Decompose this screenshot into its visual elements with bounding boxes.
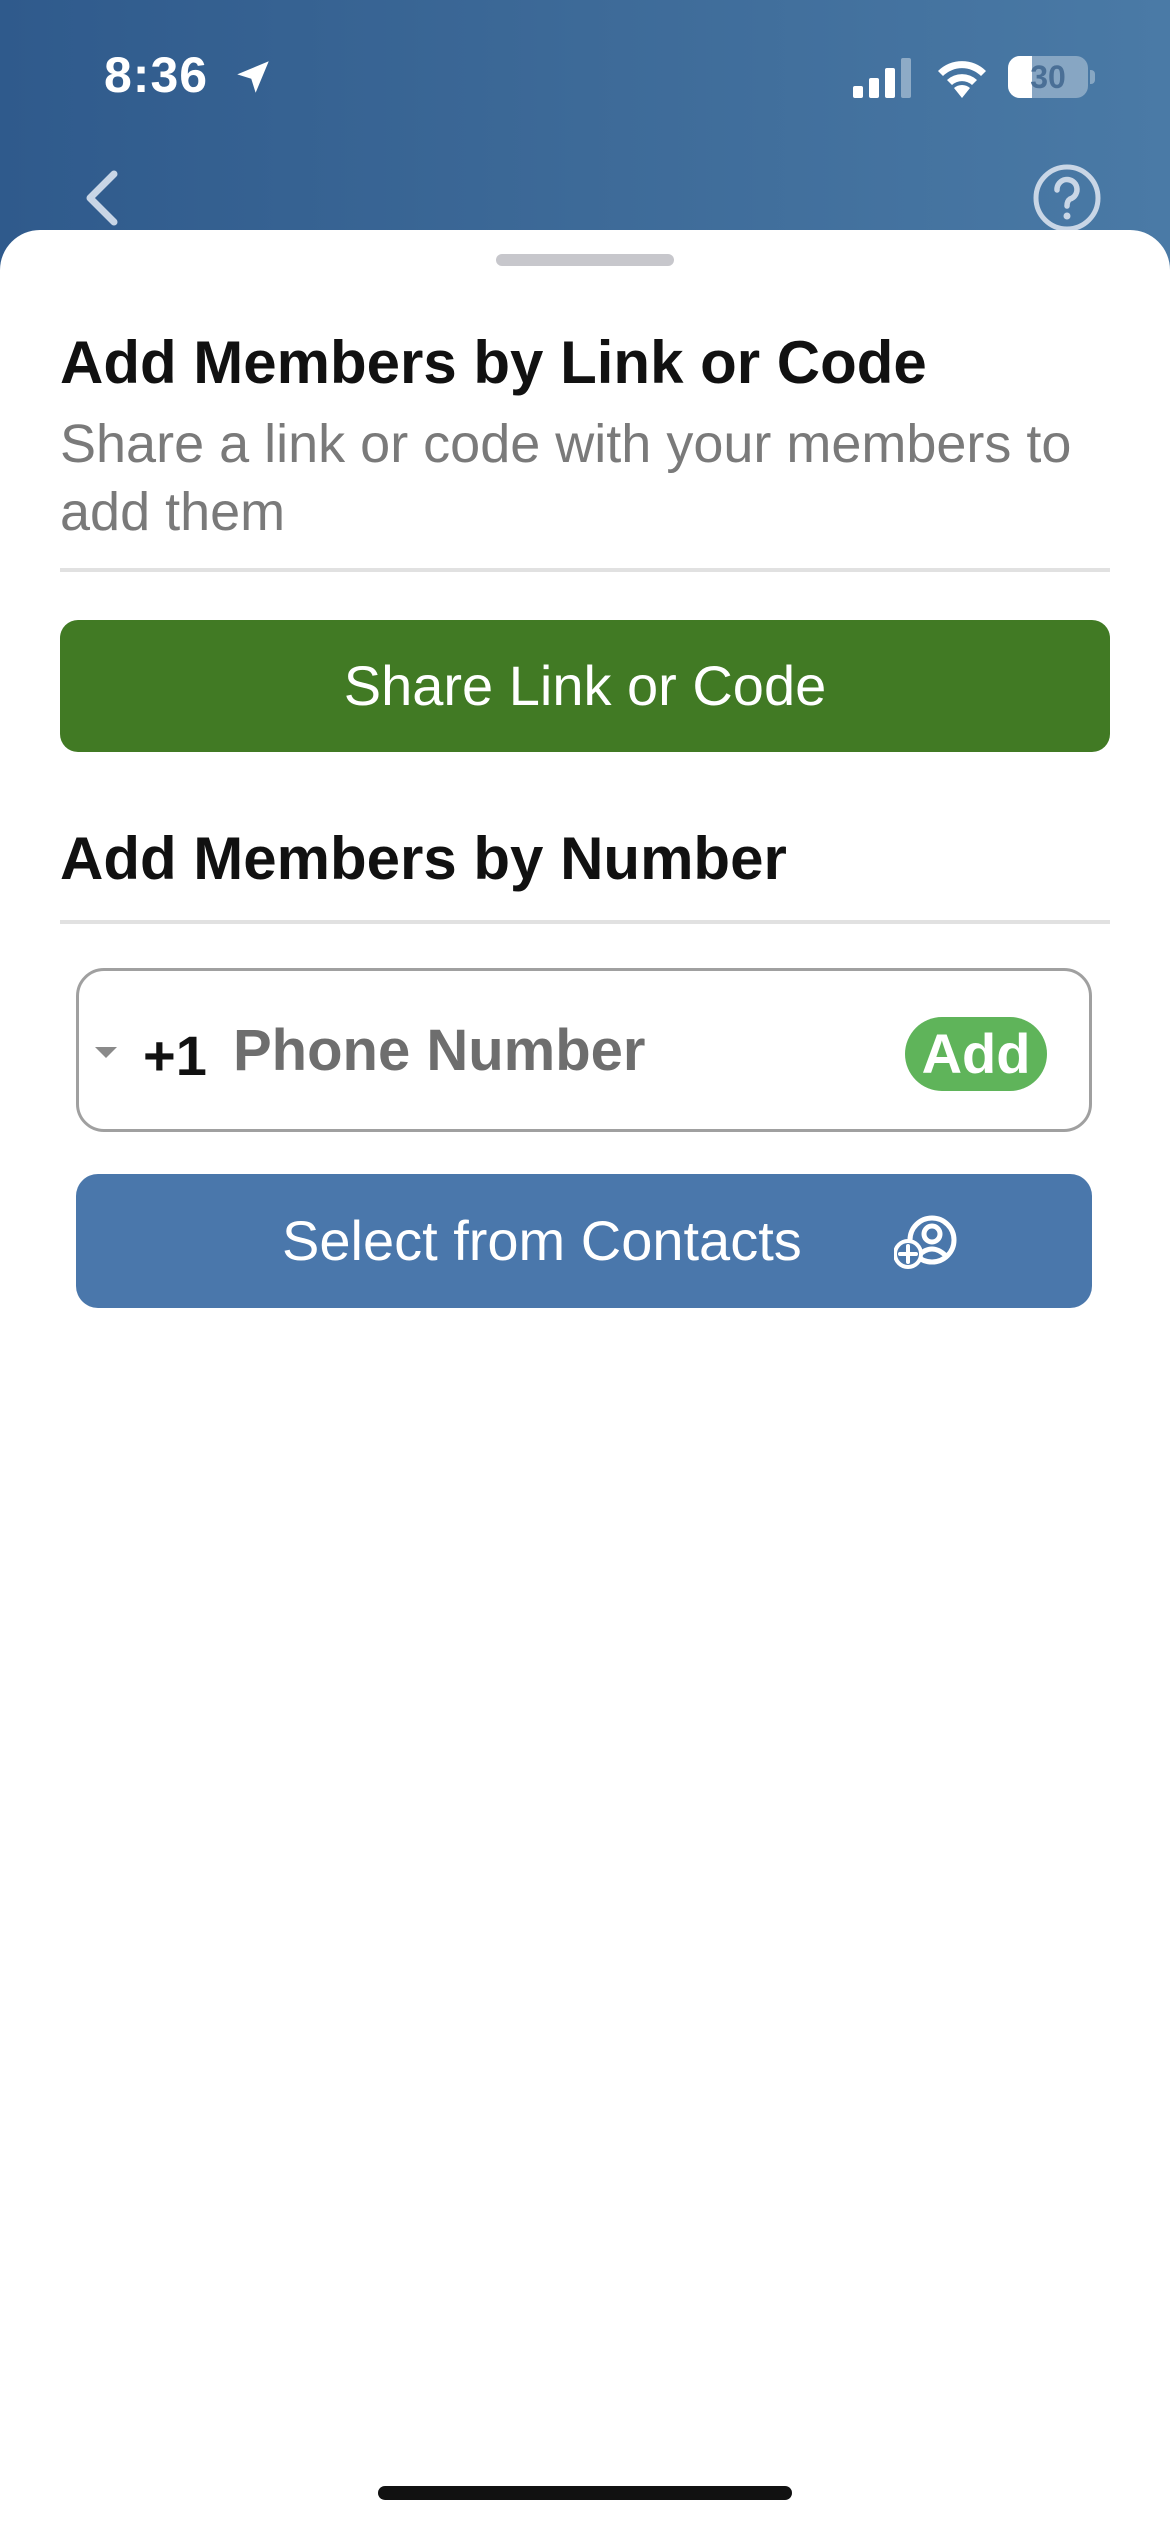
- add-number-button[interactable]: Add: [905, 1017, 1047, 1091]
- wifi-icon: [938, 61, 986, 98]
- status-time: 8:36: [104, 47, 209, 103]
- help-circle-icon[interactable]: [1032, 163, 1102, 233]
- battery-nub: [1090, 70, 1095, 84]
- select-from-contacts-button[interactable]: Select from Contacts: [76, 1174, 1092, 1308]
- cellular-signal-icon: [853, 58, 911, 98]
- country-dropdown-caret-icon[interactable]: [95, 1047, 117, 1058]
- select-from-contacts-label: Select from Contacts: [282, 1209, 802, 1272]
- chevron-left-icon[interactable]: [78, 168, 128, 228]
- battery-level-text: 30: [1030, 59, 1066, 95]
- number-section-divider: [60, 920, 1110, 924]
- share-link-button[interactable]: Share Link or Code: [60, 620, 1110, 752]
- home-indicator: [378, 2486, 792, 2500]
- link-section-title: Add Members by Link or Code: [60, 329, 927, 396]
- country-code[interactable]: +1: [143, 1023, 207, 1088]
- battery-icon: 30: [1008, 56, 1088, 98]
- link-section-subtitle: Share a link or code with your members t…: [60, 414, 1072, 542]
- sheet-grabber[interactable]: [496, 254, 674, 266]
- bottom-sheet: Add Members by Link or Code Share a link…: [0, 230, 1170, 2532]
- location-arrow-icon: [237, 61, 269, 93]
- number-section-title: Add Members by Number: [60, 825, 787, 892]
- link-section-divider: [60, 568, 1110, 572]
- add-contact-icon: [894, 1215, 957, 1269]
- phone-number-field: +1 Add: [76, 968, 1092, 1132]
- phone-number-input[interactable]: [233, 1007, 913, 1093]
